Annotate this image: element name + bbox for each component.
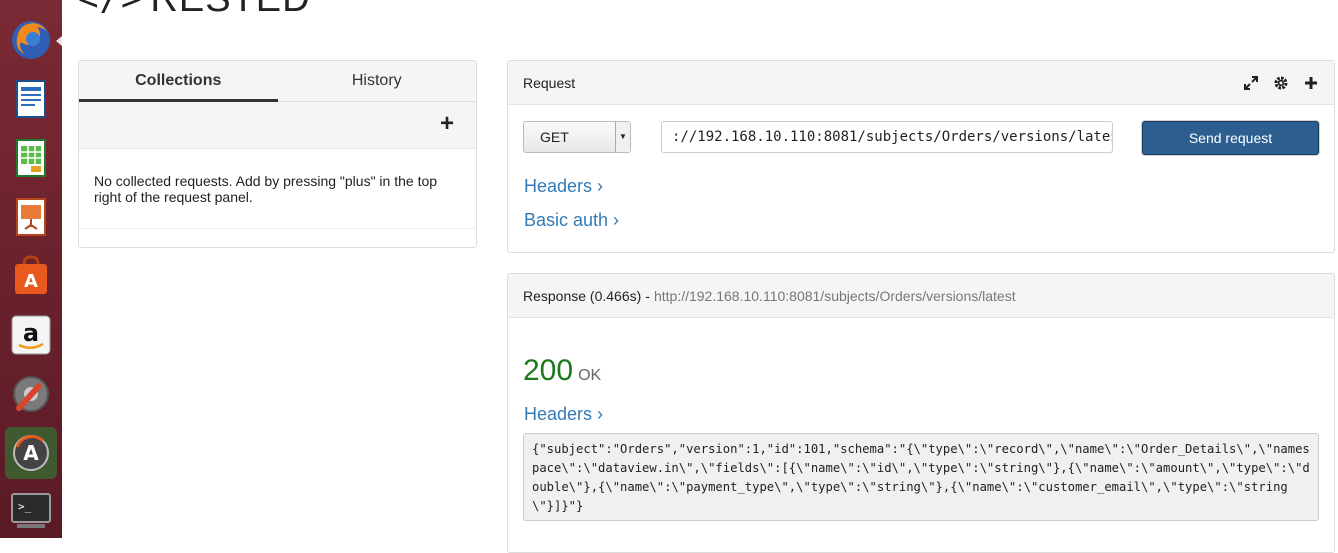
response-body: {"subject":"Orders","version":1,"id":101… <box>523 433 1319 521</box>
response-headers-link[interactable]: Headers › <box>524 404 603 425</box>
response-separator: - <box>645 287 650 304</box>
tab-collections[interactable]: Collections <box>79 61 278 102</box>
collections-tabs: Collections History <box>79 61 476 102</box>
svg-text:>_: >_ <box>18 500 32 513</box>
request-panel-title: Request <box>523 74 576 91</box>
svg-text:A: A <box>23 441 39 465</box>
amazon-icon[interactable]: a <box>5 309 57 361</box>
send-request-button[interactable]: Send request <box>1142 121 1319 155</box>
response-url: http://192.168.10.110:8081/subjects/Orde… <box>653 287 1016 304</box>
collections-divider <box>79 228 476 229</box>
response-panel: Response (0.466s) - http://192.168.10.11… <box>507 273 1335 553</box>
system-settings-icon[interactable] <box>5 368 57 420</box>
svg-text:a: a <box>23 319 39 347</box>
response-panel-header: Response (0.466s) - http://192.168.10.11… <box>508 274 1334 318</box>
collections-toolbar: + <box>79 102 476 149</box>
software-updater-icon[interactable]: A <box>5 427 57 479</box>
terminal-icon[interactable]: >_ <box>5 484 57 536</box>
request-headers-link[interactable]: Headers › <box>524 176 603 197</box>
libreoffice-writer-icon[interactable] <box>5 73 57 125</box>
basic-auth-link[interactable]: Basic auth › <box>524 210 619 231</box>
svg-text:A: A <box>24 271 38 292</box>
add-collection-button[interactable]: + <box>440 112 454 136</box>
method-value: GET <box>540 129 569 145</box>
firefox-icon[interactable] <box>5 14 57 66</box>
brand-name: RESTED <box>150 0 310 21</box>
status-text: OK <box>578 367 602 384</box>
libreoffice-calc-icon[interactable] <box>5 132 57 184</box>
libreoffice-impress-icon[interactable] <box>5 191 57 243</box>
collections-panel: Collections History + No collected reque… <box>78 60 477 248</box>
response-status: 200 OK <box>523 354 601 388</box>
method-select[interactable]: GET ▼ <box>523 121 631 153</box>
request-panel-header: Request <box>508 61 1334 105</box>
gear-icon[interactable] <box>1273 75 1289 91</box>
empty-collections-message: No collected requests. Add by pressing "… <box>94 173 438 205</box>
url-input[interactable]: ://192.168.10.110:8081/subjects/Orders/v… <box>661 121 1113 153</box>
expand-icon[interactable] <box>1243 75 1259 91</box>
status-code: 200 <box>523 354 574 387</box>
brand-logo: </> <box>78 0 142 19</box>
plus-icon[interactable] <box>1303 75 1319 91</box>
request-panel: Request GET ▼ ://192.168.10.110:8081/sub… <box>507 60 1335 253</box>
response-title: Response (0.466s) <box>523 287 642 304</box>
ubuntu-software-icon[interactable]: A <box>5 250 57 302</box>
app-brand: </> RESTED <box>78 0 311 20</box>
ubuntu-launcher: A a A >_ <box>0 0 62 538</box>
tab-history[interactable]: History <box>278 61 477 101</box>
chevron-down-icon: ▼ <box>615 122 630 152</box>
